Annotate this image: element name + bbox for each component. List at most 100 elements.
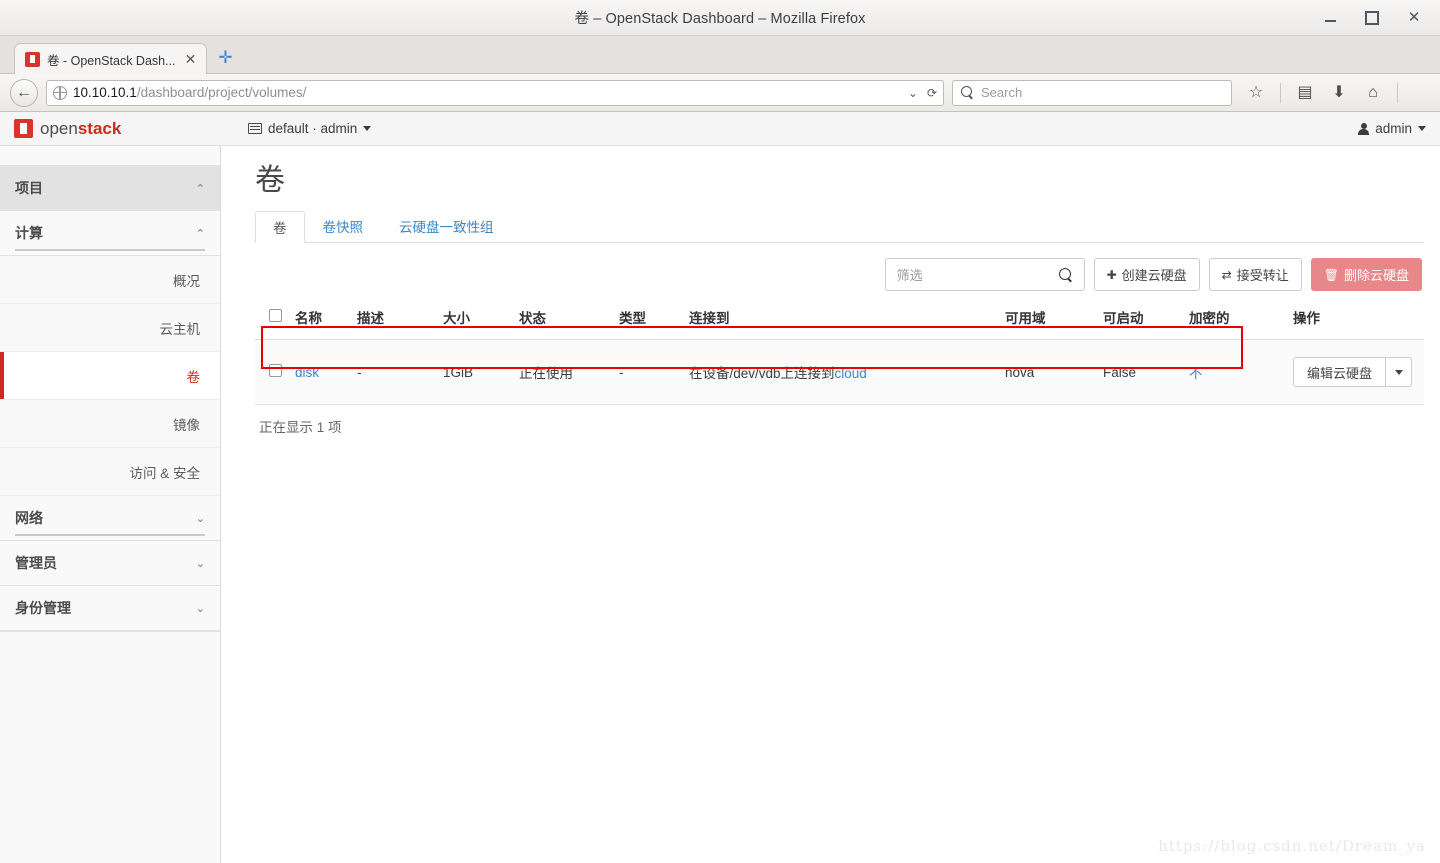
- dashboard-header: openstack default · admin admin: [0, 112, 1440, 146]
- accept-transfer-button[interactable]: ⇄ 接受转让: [1208, 258, 1302, 291]
- sidebar-group-project[interactable]: 项目 ⌃: [0, 166, 220, 211]
- maximize-button[interactable]: [1364, 10, 1380, 26]
- tab-volume-snapshots[interactable]: 卷快照: [305, 210, 382, 242]
- sidebar-group-identity[interactable]: 身份管理 ⌄: [0, 586, 220, 631]
- browser-tab[interactable]: 卷 - OpenStack Dash... ✕: [14, 43, 207, 74]
- header-name[interactable]: 名称: [291, 301, 353, 340]
- header-actions: 操作: [1289, 301, 1424, 340]
- sidebar-group-admin[interactable]: 管理员 ⌄: [0, 541, 220, 586]
- table-header: 名称 描述 大小 状态 类型 连接到 可用域 可启动 加密的 操作: [255, 301, 1424, 340]
- browser-search-box[interactable]: Search: [952, 79, 1232, 106]
- header-attached-to[interactable]: 连接到: [685, 301, 1001, 340]
- sidebar-item-overview[interactable]: 概况: [0, 256, 220, 304]
- title-bar: 卷 – OpenStack Dashboard – Mozilla Firefo…: [0, 0, 1440, 36]
- reading-list-icon[interactable]: ▤: [1295, 84, 1315, 101]
- create-volume-button[interactable]: ✚ 创建云硬盘: [1093, 258, 1200, 291]
- sidebar-group-compute[interactable]: 计算 ⌃: [0, 211, 220, 256]
- sidebar-item-access-security[interactable]: 访问 & 安全: [0, 448, 220, 496]
- cell-availability-zone: nova: [1001, 339, 1099, 405]
- minimize-button[interactable]: [1322, 10, 1338, 26]
- user-menu-label: admin: [1375, 121, 1412, 136]
- home-icon[interactable]: ⌂: [1363, 84, 1383, 101]
- tab-volumes[interactable]: 卷: [255, 211, 305, 243]
- trash-icon: 🗑: [1323, 267, 1339, 282]
- cell-status: 正在使用: [515, 339, 615, 405]
- search-icon[interactable]: [1058, 267, 1073, 282]
- new-tab-icon[interactable]: ✛: [211, 42, 241, 73]
- table-body: disk - 1GiB 正在使用 - 在设备/dev/vdb上连接到cloud …: [255, 339, 1424, 405]
- volumes-table: 名称 描述 大小 状态 类型 连接到 可用域 可启动 加密的 操作 disk -…: [255, 301, 1424, 405]
- volume-name-link[interactable]: disk: [295, 365, 319, 380]
- row-actions-dropdown-button[interactable]: [1386, 357, 1413, 387]
- openstack-logo-icon: [14, 119, 33, 138]
- edit-volume-button[interactable]: 编辑云硬盘: [1293, 357, 1387, 387]
- row-checkbox[interactable]: [269, 364, 282, 377]
- user-menu[interactable]: admin: [1358, 121, 1426, 136]
- context-switcher[interactable]: default · admin: [248, 121, 372, 136]
- bookmark-star-icon[interactable]: ☆: [1246, 84, 1266, 101]
- chevron-down-icon: ⌄: [195, 602, 205, 615]
- row-select-cell: [255, 339, 291, 405]
- dashboard-body: 项目 ⌃ 计算 ⌃ 概况 云主机 卷 镜像 访问 & 安全 网络 ⌄ 管理员 ⌄…: [0, 146, 1440, 863]
- header-bootable[interactable]: 可启动: [1099, 301, 1185, 340]
- page-viewport: openstack default · admin admin 项目 ⌃ 计算 …: [0, 112, 1440, 863]
- table-row[interactable]: disk - 1GiB 正在使用 - 在设备/dev/vdb上连接到cloud …: [255, 339, 1424, 405]
- sidebar-item-instances[interactable]: 云主机: [0, 304, 220, 352]
- toolbar-divider: [1280, 82, 1281, 103]
- sidebar-item-label: 云主机: [159, 321, 201, 337]
- encrypted-link[interactable]: 不: [1189, 366, 1203, 381]
- context-switcher-label: default · admin: [268, 121, 358, 136]
- reload-icon[interactable]: ⟳: [927, 86, 937, 100]
- user-avatar-icon: [1358, 122, 1370, 135]
- plus-icon: ✚: [1106, 267, 1117, 282]
- filter-placeholder: 筛选: [896, 268, 923, 283]
- chevron-down-icon: ⌄: [195, 512, 205, 525]
- sidebar-item-label: 卷: [186, 369, 201, 385]
- cell-bootable: False: [1099, 339, 1185, 405]
- sidebar-item-volumes[interactable]: 卷: [0, 352, 220, 400]
- delete-volume-label: 删除云硬盘: [1343, 268, 1409, 283]
- logo-text-light: open: [40, 118, 78, 138]
- delete-volume-button[interactable]: 🗑 删除云硬盘: [1310, 258, 1422, 291]
- openstack-logo[interactable]: openstack: [14, 119, 226, 139]
- sidebar-group-label: 项目: [15, 180, 43, 196]
- toolbar-divider: [1397, 82, 1398, 103]
- sidebar-group-label: 管理员: [15, 555, 57, 571]
- tab-close-icon[interactable]: ✕: [183, 52, 199, 66]
- address-bar-url: 10.10.10.1/dashboard/project/volumes/: [73, 85, 902, 100]
- filter-input[interactable]: 筛选: [884, 258, 1085, 291]
- chevron-down-icon[interactable]: ⌄: [908, 86, 918, 100]
- header-encrypted[interactable]: 加密的: [1185, 301, 1289, 340]
- watermark-text: https://blog.csdn.net/Dream_ya: [1158, 837, 1426, 855]
- openstack-favicon-icon: [25, 51, 40, 67]
- chevron-up-icon: ⌃: [195, 227, 205, 240]
- tab-consistency-groups[interactable]: 云硬盘一致性组: [381, 210, 512, 242]
- navigation-toolbar: ← 10.10.10.1/dashboard/project/volumes/ …: [0, 74, 1440, 112]
- attached-instance-link[interactable]: cloud: [835, 366, 867, 381]
- globe-icon: [53, 85, 67, 100]
- address-bar-path: /dashboard/project/volumes/: [136, 85, 307, 100]
- close-button[interactable]: ✕: [1406, 10, 1422, 26]
- downloads-icon[interactable]: ⬇: [1329, 84, 1349, 101]
- back-arrow-icon[interactable]: ←: [10, 78, 38, 107]
- header-size[interactable]: 大小: [439, 301, 515, 340]
- menu-hamburger-icon[interactable]: [1412, 87, 1430, 99]
- cell-size: 1GiB: [439, 339, 515, 405]
- sidebar-top-strip: [0, 146, 220, 166]
- header-description[interactable]: 描述: [353, 301, 439, 340]
- address-bar[interactable]: 10.10.10.1/dashboard/project/volumes/ ⌄ …: [46, 79, 944, 106]
- select-all-checkbox[interactable]: [269, 309, 282, 322]
- header-type[interactable]: 类型: [615, 301, 685, 340]
- cell-type: -: [615, 339, 685, 405]
- tab-strip: 卷 - OpenStack Dash... ✕ ✛: [0, 36, 1440, 74]
- page-title: 卷: [255, 164, 285, 197]
- chevron-down-icon: ⌄: [195, 557, 205, 570]
- browser-tab-label: 卷 - OpenStack Dash...: [47, 53, 176, 68]
- table-toolbar: 筛选 ✚ 创建云硬盘 ⇄ 接受转让 🗑 删除云硬盘: [255, 258, 1424, 291]
- sidebar-item-images[interactable]: 镜像: [0, 400, 220, 448]
- chevron-down-icon: [363, 126, 372, 131]
- header-availability-zone[interactable]: 可用域: [1001, 301, 1099, 340]
- header-status[interactable]: 状态: [515, 301, 615, 340]
- sidebar-item-label: 访问 & 安全: [129, 465, 200, 481]
- sidebar-group-network[interactable]: 网络 ⌄: [0, 496, 220, 541]
